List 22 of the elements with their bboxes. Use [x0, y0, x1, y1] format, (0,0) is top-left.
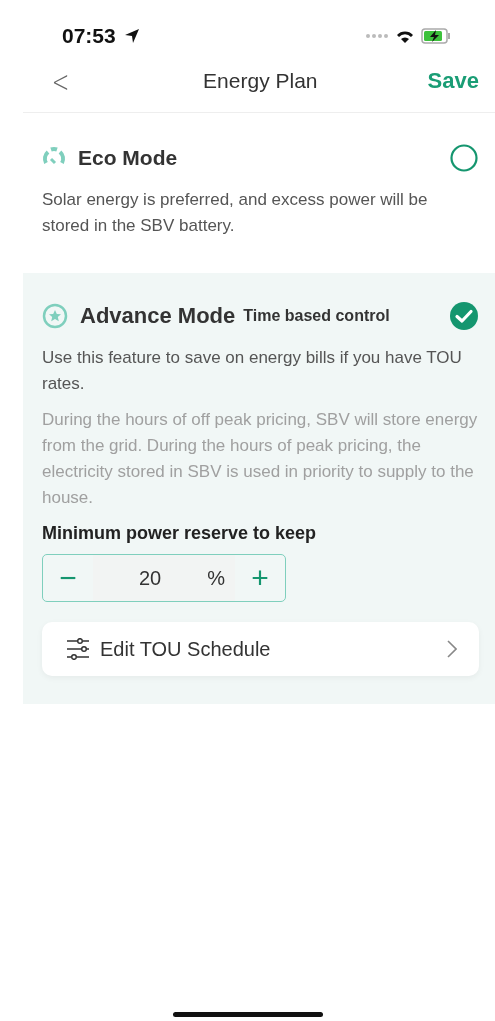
decrease-button[interactable]: −: [43, 561, 93, 595]
chevron-right-icon: [447, 640, 457, 658]
status-time: 07:53: [62, 24, 116, 48]
battery-charging-icon: [421, 28, 451, 44]
mode-note: During the hours of off peak pricing, SBV will store energy from the grid. During the hours of peak pricing, the electricity stored in SBV is used in priority to supply to the house.: [42, 409, 479, 509]
back-button[interactable]: <: [33, 63, 83, 99]
reserve-label: Minimum power reserve to keep: [42, 523, 318, 544]
checked-radio-icon[interactable]: [449, 301, 479, 331]
location-arrow-icon: [123, 28, 140, 44]
radio-icon[interactable]: [449, 143, 479, 173]
mode-title: Eco Mode: [78, 146, 178, 170]
page-title: Energy Plan: [202, 69, 319, 93]
sliders-icon: [66, 638, 90, 660]
edit-schedule-button[interactable]: Edit TOU Schedule: [42, 622, 479, 676]
mode-description: Use this feature to save on energy bills if you have TOU rates.: [42, 347, 463, 395]
reserve-stepper[interactable]: − 20 % +: [42, 554, 286, 602]
mode-description: Solar energy is preferred, and excess power will be stored in the SBV battery.: [42, 189, 429, 237]
mode-subtitle: Time based control: [243, 307, 390, 325]
save-button[interactable]: Save: [427, 68, 479, 94]
increase-button[interactable]: +: [235, 561, 285, 595]
mode-title: Advance Mode: [80, 303, 236, 329]
signal-icon: [365, 33, 389, 39]
